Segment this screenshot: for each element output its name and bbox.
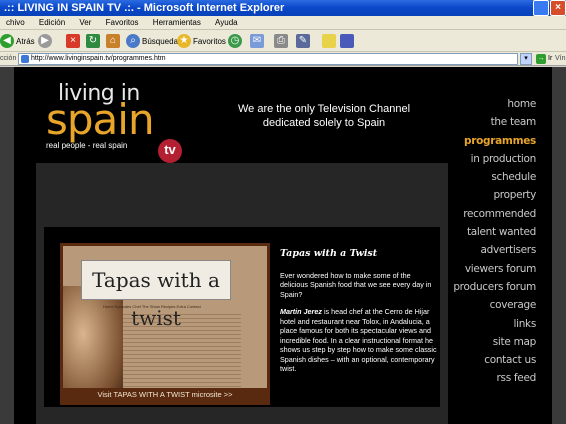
messenger-button[interactable] bbox=[340, 33, 356, 49]
favorites-label: Favoritos bbox=[193, 36, 226, 46]
forward-button[interactable]: ▶ bbox=[38, 33, 54, 49]
stop-button[interactable]: × bbox=[66, 33, 82, 49]
promo-nav: Home Episodes Chef The Show Recipes Extr… bbox=[103, 304, 201, 309]
print-button[interactable]: ⎙ bbox=[274, 33, 290, 49]
nav-the-team[interactable]: the team bbox=[453, 113, 537, 131]
refresh-button[interactable]: ↻ bbox=[86, 33, 102, 49]
edit-button[interactable]: ✎ bbox=[296, 33, 312, 49]
mail-icon: ✉ bbox=[250, 34, 264, 48]
go-arrow-icon: → bbox=[536, 54, 546, 64]
nav-coverage[interactable]: coverage bbox=[453, 296, 537, 314]
microsite-link[interactable]: Visit TAPAS WITH A TWIST microsite >> bbox=[63, 388, 267, 402]
logo-spain: spain bbox=[46, 95, 155, 144]
links-label[interactable]: Vín bbox=[555, 52, 566, 66]
back-label: Atrás bbox=[16, 36, 35, 46]
close-icon[interactable]: × bbox=[550, 0, 566, 16]
site-logo[interactable]: living in spain real people - real spain… bbox=[44, 79, 204, 163]
stop-icon: × bbox=[66, 34, 80, 48]
back-arrow-icon: ◀ bbox=[0, 34, 14, 48]
search-icon: ⌕ bbox=[126, 34, 140, 48]
window-title: .:: LIVING IN SPAIN TV .:. - Microsoft I… bbox=[4, 2, 285, 14]
nav-recommended[interactable]: recommended bbox=[453, 205, 536, 223]
address-dropdown-icon[interactable]: ▾ bbox=[520, 53, 532, 65]
home-button[interactable]: ⌂ bbox=[106, 33, 122, 49]
nav-schedule[interactable]: schedule bbox=[453, 168, 536, 186]
discuss-button[interactable] bbox=[322, 33, 338, 49]
window-title-bar: .:: LIVING IN SPAIN TV .:. - Microsoft I… bbox=[0, 0, 566, 16]
edit-icon: ✎ bbox=[296, 34, 310, 48]
nav-property[interactable]: property bbox=[453, 186, 536, 204]
address-input[interactable]: http://www.livinginspain.tv/programmes.h… bbox=[18, 53, 518, 65]
chef-name: Martin Jerez bbox=[280, 307, 322, 316]
nav-viewers-forum[interactable]: viewers forum bbox=[453, 260, 536, 278]
nav-rss-feed[interactable]: rss feed bbox=[453, 369, 537, 387]
logo-tv-badge: tv bbox=[158, 139, 182, 163]
page-viewport: living in spain real people - real spain… bbox=[0, 67, 566, 424]
nav-advertisers[interactable]: advertisers bbox=[453, 241, 536, 259]
promo-text-block bbox=[121, 314, 241, 388]
header-tagline: We are the only Television Channel dedic… bbox=[237, 103, 411, 129]
site-nav: home the team programmes in production s… bbox=[453, 95, 536, 388]
tapas-promo-image[interactable]: Tapas with a twist Home Episodes Chef Th… bbox=[60, 243, 270, 405]
browser-toolbar: ◀ Atrás ▶ × ↻ ⌂ ⌕ Búsqueda ★ Favoritos ◷… bbox=[0, 30, 566, 52]
feature-heading: Tapas with a Twist bbox=[280, 248, 378, 259]
nav-contact-us[interactable]: contact us bbox=[453, 351, 536, 369]
nav-producers-forum[interactable]: producers forum bbox=[453, 278, 536, 296]
history-button[interactable]: ◷ bbox=[228, 33, 244, 49]
menu-bar: chivo Edición Ver Favoritos Herramientas… bbox=[0, 16, 566, 30]
home-icon: ⌂ bbox=[106, 34, 120, 48]
feature-intro: Ever wondered how to make some of the de… bbox=[280, 270, 432, 299]
nav-home[interactable]: home bbox=[453, 95, 536, 113]
go-label: Ir bbox=[548, 55, 553, 62]
site-page: living in spain real people - real spain… bbox=[14, 67, 552, 424]
page-icon bbox=[21, 55, 29, 63]
address-url: http://www.livinginspain.tv/programmes.h… bbox=[31, 55, 166, 62]
star-icon: ★ bbox=[177, 34, 191, 48]
menu-tools[interactable]: Herramientas bbox=[147, 16, 207, 29]
menu-edit[interactable]: Edición bbox=[33, 16, 71, 29]
nav-links[interactable]: links bbox=[453, 315, 536, 333]
history-icon: ◷ bbox=[228, 34, 242, 48]
maximize-icon[interactable] bbox=[533, 0, 549, 16]
menu-help[interactable]: Ayuda bbox=[209, 16, 244, 29]
address-bar: cción http://www.livinginspain.tv/progra… bbox=[0, 52, 566, 66]
address-label: cción bbox=[0, 55, 17, 62]
menu-favorites[interactable]: Favoritos bbox=[100, 16, 145, 29]
go-button[interactable]: → Ir bbox=[536, 53, 552, 65]
note-icon bbox=[322, 34, 336, 48]
refresh-icon: ↻ bbox=[86, 34, 100, 48]
logo-tagline: real people - real spain bbox=[46, 141, 128, 150]
nav-in-production[interactable]: in production bbox=[453, 150, 537, 168]
menu-file[interactable]: chivo bbox=[0, 16, 31, 29]
nav-site-map[interactable]: site map bbox=[453, 333, 537, 351]
messenger-icon bbox=[340, 34, 354, 48]
forward-arrow-icon: ▶ bbox=[38, 34, 52, 48]
back-button[interactable]: ◀ Atrás bbox=[0, 33, 35, 49]
promo-title: Tapas with a twist bbox=[81, 260, 231, 330]
feature-body-paragraph: Martin Jerez is head chef at the Cerro d… bbox=[280, 307, 440, 374]
print-icon: ⎙ bbox=[274, 34, 288, 48]
nav-talent-wanted[interactable]: talent wanted bbox=[453, 223, 536, 241]
mail-button[interactable]: ✉ bbox=[250, 33, 266, 49]
search-label: Búsqueda bbox=[142, 36, 179, 46]
menu-view[interactable]: Ver bbox=[73, 16, 97, 29]
search-button[interactable]: ⌕ Búsqueda bbox=[126, 33, 178, 49]
feature-article: Tapas with a Twist Ever wondered how to … bbox=[280, 249, 440, 382]
feature-body: is head chef at the Cerro de Hijar hotel… bbox=[280, 307, 437, 373]
nav-programmes[interactable]: programmes bbox=[453, 132, 536, 150]
favorites-button[interactable]: ★ Favoritos bbox=[177, 33, 226, 49]
